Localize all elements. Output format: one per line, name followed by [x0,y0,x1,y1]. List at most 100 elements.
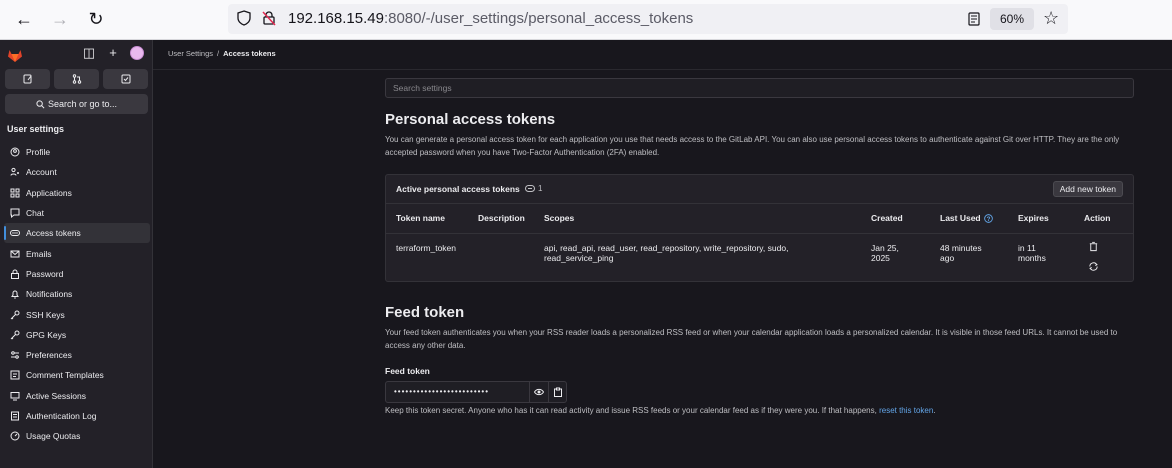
add-new-token-button[interactable]: Add new token [1052,181,1123,197]
account-icon [10,167,20,177]
log-icon [10,411,20,421]
sidebar-item-authentication-log[interactable]: Authentication Log [4,406,150,426]
feed-token-note-end: . [933,406,936,415]
reset-token-link[interactable]: reset this token [879,406,933,415]
feed-token-description: Your feed token authenticates you when y… [385,328,1118,350]
create-new-icon[interactable]: + [106,46,120,60]
forward-icon[interactable]: → [48,8,72,32]
sidebar-item-password[interactable]: Password [4,264,150,284]
todos-button[interactable] [103,69,148,89]
key-icon [10,310,20,320]
sidebar-item-emails[interactable]: Emails [4,243,150,263]
sidebar-item-access-tokens[interactable]: Access tokens [4,223,150,244]
address-bar[interactable]: 192.168.15.49:8080/-/user_settings/perso… [228,4,1068,34]
sidebar-item-label: Applications [26,187,72,198]
table-divider [386,233,1133,234]
search-or-go-to-button[interactable]: Search or go to... [5,94,148,114]
sidebar-item-label: Comment Templates [26,370,104,381]
todo-icon [121,74,130,84]
sidebar-item-applications[interactable]: Applications [4,183,150,203]
breadcrumb-current[interactable]: Access tokens [223,49,276,58]
sidebar-nav: Profile Account Applications Chat Access… [4,142,150,446]
card-header: Active personal access tokens 1 Add new … [386,175,1133,204]
page-title: Personal access tokens [385,111,556,128]
header-divider [153,69,1172,70]
sidebar-item-profile[interactable]: Profile [4,142,150,162]
sidebar-item-label: SSH Keys [26,309,65,320]
issues-button[interactable] [5,69,50,89]
sidebar-item-ssh-keys[interactable]: SSH Keys [4,304,150,324]
insecure-lock-icon[interactable] [261,10,277,26]
token-last-used-cell: 48 minutes ago [940,243,982,263]
avatar[interactable] [130,46,144,60]
active-tokens-card: Active personal access tokens 1 Add new … [385,174,1134,282]
sidebar-item-label: Authentication Log [26,411,97,421]
sidebar-item-gpg-keys[interactable]: GPG Keys [4,325,150,345]
copy-token-button[interactable] [548,382,566,402]
feed-token-note: Keep this token secret. Anyone who has i… [385,406,936,415]
breadcrumb: User Settings / Access tokens [168,49,276,58]
feed-token-label: Feed token [385,366,430,376]
last-used-line: ago [940,253,955,263]
sidebar-item-label: GPG Keys [26,329,67,340]
search-settings-input[interactable]: Search settings [385,78,1134,98]
gitlab-logo-icon[interactable] [7,47,23,63]
rotate-token-icon[interactable] [1088,261,1099,272]
sidebar-item-chat[interactable]: Chat [4,203,150,223]
sidebar-item-preferences[interactable]: Preferences [4,345,150,365]
key-icon [10,330,20,340]
shield-icon[interactable] [236,10,252,26]
created-line: 2025 [871,253,890,263]
sidebar-item-label: Preferences [26,350,72,361]
reveal-token-button[interactable] [529,382,547,402]
main-content: User Settings / Access tokens Search setti… [153,40,1172,468]
reload-icon[interactable]: ↻ [84,8,108,32]
expires-line: in 11 [1018,243,1036,253]
feed-token-field[interactable]: ••••••••••••••••••••••••• [385,381,567,403]
bell-icon [10,289,20,299]
bookmark-star-icon[interactable]: ☆ [1043,8,1059,29]
issues-icon [23,74,31,84]
help-icon[interactable]: ? [983,213,993,223]
feed-token-title: Feed token [385,304,465,321]
quota-icon [10,431,20,441]
token-icon [10,228,20,238]
preferences-icon [10,350,20,360]
sidebar-item-usage-quotas[interactable]: Usage Quotas [4,426,150,446]
profile-icon [10,147,20,157]
revoke-token-icon[interactable] [1088,241,1099,252]
token-expires-cell: in 11 months [1018,243,1046,263]
zoom-level[interactable]: 60% [990,8,1034,30]
merge-request-icon [72,74,81,84]
reader-view-icon[interactable] [966,11,982,27]
sidebar-item-label: Access tokens [26,228,81,239]
sidebar-item-notifications[interactable]: Notifications [4,284,150,304]
breadcrumb-separator: / [217,49,220,58]
sidebar-item-account[interactable]: Account [4,162,150,182]
lock-icon [10,269,20,279]
merge-requests-button[interactable] [54,69,99,89]
url-path: :8080/-/user_settings/personal_access_to… [383,10,694,27]
breadcrumb-parent[interactable]: User Settings [168,49,213,58]
sidebar: ◫ + Search or go to... User settings Pro… [0,40,153,468]
expires-line: months [1018,253,1046,263]
column-header-action: Action [1084,213,1111,223]
sessions-icon [10,391,20,401]
column-header-expires: Expires [1018,213,1049,223]
sidebar-item-active-sessions[interactable]: Active Sessions [4,386,150,406]
sidebar-item-label: Profile [26,147,51,158]
sidebar-item-label: Account [26,167,57,178]
collapse-sidebar-icon[interactable]: ◫ [82,46,96,60]
sidebar-item-label: Notifications [26,289,73,300]
sidebar-item-comment-templates[interactable]: Comment Templates [4,365,150,385]
token-scopes-cell: api, read_api, read_user, read_repositor… [544,243,844,263]
mail-icon [10,249,20,259]
card-title: Active personal access tokens [396,184,520,194]
search-icon [36,99,45,108]
sidebar-heading: User settings [7,124,65,134]
url-host: 192.168.15.49 [288,10,384,27]
svg-text:?: ? [986,215,990,222]
browser-toolbar: ← → ↻ 192.168.15.49:8080/-/user_settings… [0,0,1172,40]
back-icon[interactable]: ← [12,8,36,32]
token-count-badge: 1 [525,184,542,193]
